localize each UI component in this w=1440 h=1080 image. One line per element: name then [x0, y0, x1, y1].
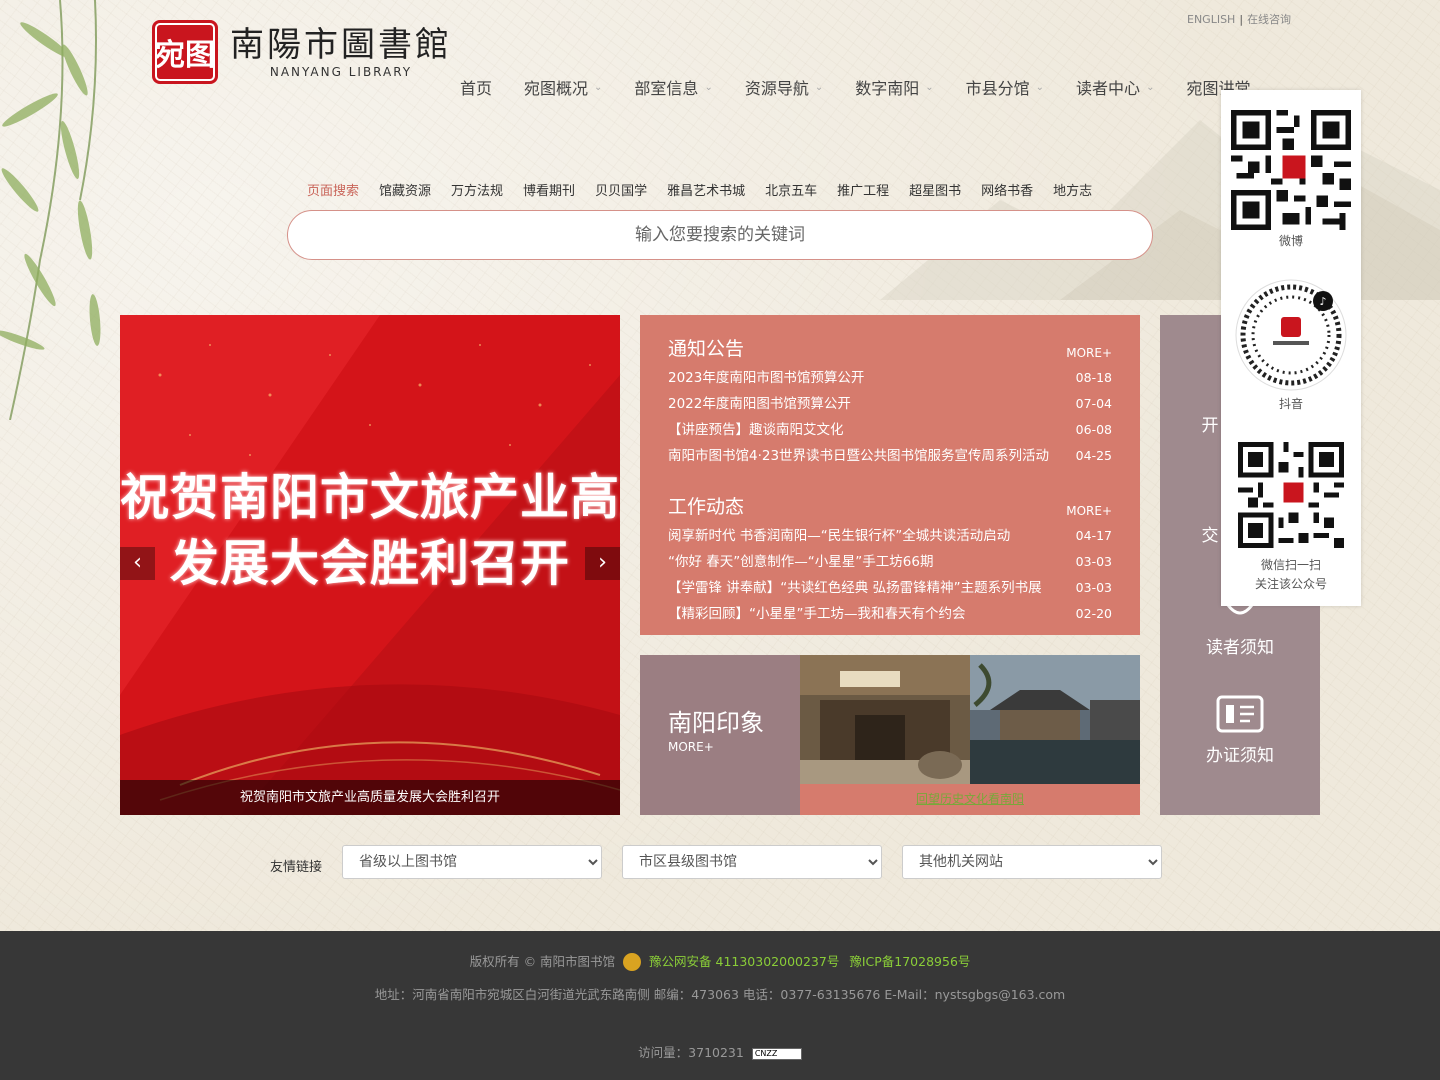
list-item[interactable]: 【精彩回顾】“小星星”手工坊—我和春天有个约会 02-20 — [668, 601, 1112, 627]
nav-departments[interactable]: 部室信息 ⌄ — [634, 75, 712, 99]
banner-carousel[interactable]: 祝贺南阳市文旅产业高质量 发展大会胜利召开 ‹ › 祝贺南阳市文旅产业高质量发展… — [120, 315, 620, 815]
search-box — [287, 210, 1153, 260]
notices-more-link[interactable]: MORE+ — [1066, 346, 1112, 360]
impression-more-link[interactable]: MORE+ — [668, 740, 764, 754]
nav-reader-center[interactable]: 读者中心 ⌄ — [1076, 75, 1154, 99]
tab-collection[interactable]: 馆藏资源 — [379, 180, 431, 199]
online-consult-link[interactable]: 在线咨询 — [1247, 13, 1291, 26]
impression-photo[interactable]: 回望历史文化看南阳 — [800, 655, 1140, 815]
footer-visits-line: 访问量：3710231 CNZZ — [0, 1042, 1440, 1061]
tab-page-search[interactable]: 页面搜索 — [307, 180, 359, 199]
main-nav: 首页 宛图概况 ⌄ 部室信息 ⌄ 资源导航 ⌄ 数字南阳 ⌄ 市县分馆 ⌄ 读者中心 ⌄ 宛… — [460, 75, 1282, 99]
top-links: ENGLISH | 在线咨询 — [1187, 11, 1291, 27]
nav-home[interactable]: 首页 — [460, 75, 492, 99]
tab-beibei[interactable]: 贝贝国学 — [595, 180, 647, 199]
weibo-qr-code — [1231, 110, 1351, 230]
list-item[interactable]: 南阳市图书馆4·23世界读书日暨公共图书馆服务宣传周系列活动 04-25 — [668, 443, 1112, 469]
visit-counter: 访问量：3710231 — [638, 1045, 744, 1060]
chevron-down-icon: ⌄ — [1146, 81, 1155, 93]
friend-links-label: 友情链接 — [270, 859, 323, 875]
tab-artron[interactable]: 雅昌艺术书城 — [667, 180, 745, 199]
news-panel: 通知公告 MORE+ 2023年度南阳市图书馆预算公开 08-18 2022年度南… — [640, 315, 1140, 635]
tab-chaoxing[interactable]: 超星图书 — [909, 180, 961, 199]
bamboo-decoration — [0, 0, 101, 420]
wechat-scan-label: 微信扫一扫 — [1260, 558, 1321, 572]
chevron-down-icon: ⌄ — [704, 81, 713, 93]
douyin-qr-code: ♪ — [1235, 279, 1347, 391]
site-logo[interactable]: 宛图 南陽市圖書館 NANYANG LIBRARY — [152, 20, 452, 84]
wechat-follow-label: 关注该公众号 — [1254, 577, 1327, 591]
tab-network-books[interactable]: 网络书香 — [981, 180, 1033, 199]
weibo-label: 微博 — [1278, 234, 1303, 248]
footer: 版权所有 © 南阳市图书馆 豫公网安备 41130302000237号 豫ICP… — [0, 931, 1440, 1080]
list-item[interactable]: 阅享新时代 书香润南阳—“民生银行杯”全城共读活动启动 04-17 — [668, 523, 1112, 549]
tab-bookan[interactable]: 博看期刊 — [523, 180, 575, 199]
nav-digital-nanyang[interactable]: 数字南阳 ⌄ — [855, 75, 933, 99]
list-item[interactable]: 2022年度南阳图书馆预算公开 07-04 — [668, 391, 1112, 417]
icp-record-link[interactable]: 豫ICP备17028956号 — [849, 954, 970, 969]
copyright-text: 版权所有 © 南阳市图书馆 — [469, 954, 616, 969]
impression-image — [800, 655, 1140, 784]
divider: | — [1239, 13, 1244, 26]
provincial-library-select[interactable]: 省级以上图书馆 — [342, 845, 603, 879]
carousel-next-button[interactable]: › — [585, 547, 620, 580]
tab-wanfang[interactable]: 万方法规 — [451, 180, 503, 199]
cnzz-badge[interactable]: CNZZ — [751, 1047, 802, 1060]
banner-headline: 祝贺南阳市文旅产业高质量 发展大会胜利召开 — [120, 469, 620, 592]
list-item[interactable]: 2023年度南阳市图书馆预算公开 08-18 — [668, 365, 1112, 391]
footer-copyright-line: 版权所有 © 南阳市图书馆 豫公网安备 41130302000237号 豫ICP… — [0, 951, 1440, 972]
wechat-qr-code — [1238, 442, 1344, 548]
chevron-down-icon: ⌄ — [1035, 81, 1045, 93]
impression-title: 南阳印象 — [668, 709, 764, 737]
logo-seal: 宛图 — [152, 20, 218, 84]
chevron-right-icon: › — [598, 550, 607, 575]
tab-local-records[interactable]: 地方志 — [1053, 180, 1092, 199]
logo-english-name: NANYANG LIBRARY — [269, 65, 413, 79]
friend-links: 友情链接 省级以上图书馆 市区县级图书馆 其他机关网站 — [270, 845, 1182, 879]
douyin-label: 抖音 — [1278, 397, 1303, 411]
list-item[interactable]: “你好 春天”创意制作—“小星星”手工坊66期 03-03 — [668, 549, 1112, 575]
other-agency-select[interactable]: 其他机关网站 — [902, 845, 1163, 879]
chevron-down-icon: ⌄ — [814, 81, 824, 93]
carousel-prev-button[interactable]: ‹ — [120, 547, 155, 580]
english-link[interactable]: ENGLISH — [1187, 13, 1235, 26]
tab-beijing-wuche[interactable]: 北京五车 — [765, 180, 817, 199]
svg-text:♪: ♪ — [1319, 295, 1326, 308]
dynamics-more-link[interactable]: MORE+ — [1066, 504, 1112, 518]
chevron-down-icon: ⌄ — [925, 81, 934, 93]
nav-resources[interactable]: 资源导航 ⌄ — [745, 75, 823, 99]
list-item[interactable]: 【讲座预告】趣谈南阳艾文化 06-08 — [668, 417, 1112, 443]
logo-chinese-name: 南陽市圖書館 — [230, 25, 452, 65]
search-tabs: 页面搜索 馆藏资源 万方法规 博看期刊 贝贝国学 雅昌艺术书城 北京五车 推广工… — [307, 180, 1112, 199]
nav-overview[interactable]: 宛图概况 ⌄ — [524, 75, 602, 99]
county-library-select[interactable]: 市区县级图书馆 — [622, 845, 883, 879]
banner-caption[interactable]: 祝贺南阳市文旅产业高质量发展大会胜利召开 — [120, 780, 620, 815]
qr-code-panel: 微博 ♪ 抖音 微信扫一扫 关注该公众号 — [1221, 90, 1361, 606]
notices-title: 通知公告 — [668, 338, 745, 360]
police-record-link[interactable]: 豫公网安备 41130302000237号 — [649, 954, 839, 969]
tab-promotion[interactable]: 推广工程 — [837, 180, 889, 199]
list-item[interactable]: 【学雷锋 讲奉献】“共读红色经典 弘扬雷锋精神”主题系列书展 03-03 — [668, 575, 1112, 601]
chevron-left-icon: ‹ — [133, 550, 142, 575]
impression-caption[interactable]: 回望历史文化看南阳 — [800, 784, 1140, 815]
service-card-notice[interactable]: 办证须知 — [1160, 695, 1320, 766]
chevron-down-icon: ⌄ — [594, 81, 603, 93]
dynamics-title: 工作动态 — [668, 496, 745, 518]
footer-address: 地址：河南省南阳市宛城区白河街道光武东路南侧 邮编：473063 电话：0377… — [374, 987, 1066, 1002]
search-input[interactable] — [288, 211, 1152, 259]
nanyang-impression-panel[interactable]: 南阳印象 MORE+ 回望历史文化看南阳 — [640, 655, 1140, 815]
id-card-icon — [1216, 695, 1264, 733]
nav-branches[interactable]: 市县分馆 ⌄ — [966, 75, 1044, 99]
police-badge-icon — [623, 952, 642, 971]
